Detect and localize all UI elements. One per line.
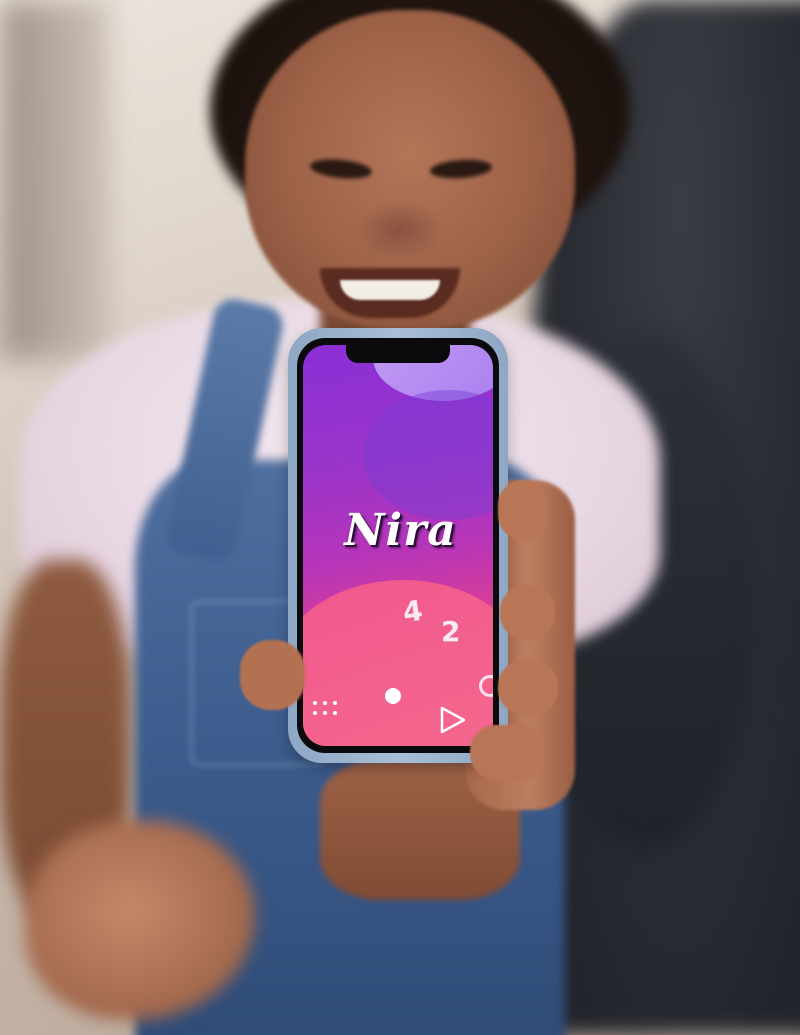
finger	[500, 585, 555, 640]
play-triangle-icon	[440, 706, 466, 734]
smartphone: Nira 4 2	[288, 328, 508, 763]
phone-screen[interactable]: Nira 4 2	[303, 345, 493, 746]
phone-notch	[346, 345, 450, 363]
finger	[470, 725, 545, 780]
decor-blob-middle	[363, 390, 493, 520]
dot-icon	[385, 688, 401, 704]
phone-bezel: Nira 4 2	[297, 338, 499, 753]
app-title: Nira	[344, 505, 457, 556]
child-teeth	[340, 280, 440, 300]
thumb	[240, 640, 305, 710]
child-nose	[355, 200, 445, 260]
finger	[498, 660, 558, 715]
background-wall	[0, 0, 110, 360]
decor-number: 2	[441, 615, 461, 648]
dot-grid-icon	[313, 701, 337, 715]
photo-scene: Nira 4 2	[0, 0, 800, 1035]
finger	[498, 480, 548, 540]
